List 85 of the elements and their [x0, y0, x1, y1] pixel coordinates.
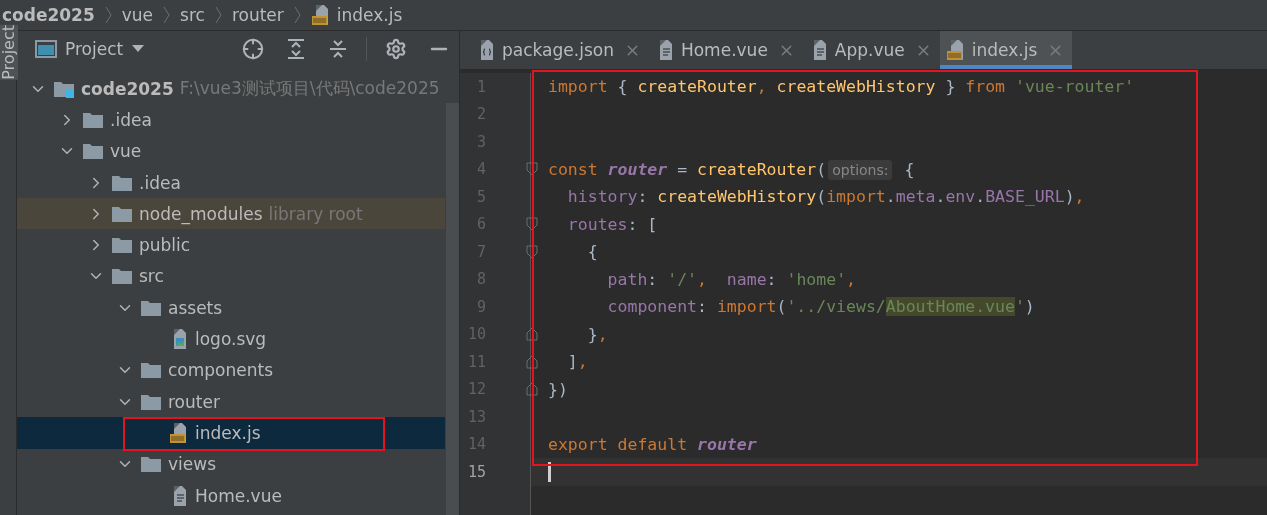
fold-marker-icon[interactable] — [526, 162, 538, 177]
code-line: component: import('../views/AboutHome.vue') — [606, 297, 1035, 317]
tree-item[interactable]: src — [17, 260, 445, 293]
code-line: import { createRouter, createWebHistory } from 'vue-router' — [548, 77, 1135, 97]
js-file-icon — [945, 39, 966, 61]
tree-item[interactable]: Home.vue — [17, 479, 445, 512]
fold-end-icon[interactable] — [526, 382, 538, 397]
tree-item[interactable]: components — [17, 354, 445, 386]
folder-icon — [82, 142, 104, 161]
line-number: 15 — [466, 462, 486, 481]
fold-marker-icon[interactable] — [526, 244, 538, 259]
tree-item-label: Home.vue — [195, 485, 282, 506]
separator-icon — [293, 6, 301, 24]
tree-item-label: index.js — [195, 422, 261, 443]
breadcrumb-item[interactable]: index.js — [310, 4, 403, 26]
code-line: path: '/', name: 'home', — [606, 269, 856, 289]
code-line: { — [586, 242, 598, 262]
tree-item-label: public — [139, 235, 191, 256]
library-hint: library root — [268, 203, 363, 224]
folder-icon — [140, 392, 162, 411]
tree-item-label: .idea — [110, 109, 152, 130]
tree-item[interactable]: .idea — [17, 104, 445, 136]
code-line: export default router — [548, 434, 757, 454]
tree-item-label: .idea — [139, 172, 181, 193]
dropdown-caret-icon[interactable] — [131, 44, 146, 54]
expand-all-icon[interactable] — [286, 38, 306, 60]
collapse-all-icon[interactable] — [328, 38, 348, 60]
separator-icon — [214, 6, 222, 24]
breadcrumb-item[interactable]: vue — [121, 5, 154, 25]
tree-item-label: code2025 — [81, 78, 174, 99]
separator-icon — [163, 6, 171, 24]
tree-item-label: router — [168, 391, 220, 412]
folder-icon — [140, 455, 162, 474]
tree-item-label: vue — [110, 141, 142, 162]
breadcrumb-item[interactable]: router — [231, 5, 284, 25]
code-line: }) — [548, 379, 568, 399]
code-line: history: createWebHistory(import.meta.env.BASE_URL), — [566, 187, 1085, 207]
editor-tab[interactable]: Home.vue — [648, 31, 803, 69]
js-file-icon — [310, 4, 331, 26]
code-line: }, — [586, 324, 608, 344]
path-hint: F:\vue3测试项目\代码\code2025 — [179, 77, 440, 101]
settings-icon[interactable] — [385, 38, 407, 60]
panel-title[interactable]: Project — [65, 39, 124, 59]
scrollbar[interactable] — [446, 103, 459, 515]
code-line: const router = createRouter( options: { — [548, 159, 915, 179]
locate-icon[interactable] — [242, 38, 264, 60]
folder-icon — [111, 173, 133, 192]
tool-window-tab[interactable]: Project — [0, 25, 18, 80]
tree-item[interactable]: index.js — [17, 417, 445, 449]
fold-marker-icon[interactable] — [526, 217, 538, 232]
folder-icon — [111, 236, 133, 255]
folder-icon — [140, 361, 162, 380]
code-line: routes: [ — [566, 214, 658, 234]
folder-icon — [111, 204, 133, 223]
folder-icon — [140, 298, 162, 317]
separator-icon — [104, 6, 112, 24]
text-cursor — [548, 461, 551, 482]
editor-tab[interactable]: index.js — [939, 31, 1073, 69]
tree-item-label: node_modules — [139, 203, 263, 224]
fold-end-icon[interactable] — [526, 327, 538, 342]
breadcrumb-item[interactable]: code2025 — [2, 5, 95, 25]
tree-item[interactable]: public — [17, 229, 445, 261]
folder-icon — [82, 110, 104, 129]
module-folder-icon — [53, 79, 75, 98]
tree-item-label: src — [139, 266, 164, 287]
tree-item[interactable]: assets — [17, 292, 445, 324]
tree-item[interactable]: code2025 F:\vue3测试项目\代码\code2025 — [17, 73, 445, 105]
editor-tab[interactable]: package.json — [470, 31, 649, 69]
code-line: ], — [566, 352, 588, 372]
tree-item[interactable]: views — [17, 448, 445, 480]
tree-item-label: assets — [168, 297, 223, 318]
tree-item[interactable]: node_modules library root — [17, 198, 445, 230]
tree-item-label: views — [168, 454, 216, 475]
tree-item[interactable]: vue — [17, 135, 445, 167]
js-file-icon — [169, 421, 189, 444]
editor-tab[interactable]: App.vue — [802, 31, 940, 69]
breadcrumb-item[interactable]: src — [180, 5, 205, 25]
panel-icon — [35, 40, 57, 58]
tree-item-label: logo.svg — [195, 329, 267, 349]
fold-end-icon[interactable] — [526, 354, 538, 369]
tree-item[interactable]: logo.svg — [17, 323, 445, 355]
tree-item[interactable]: router — [17, 385, 445, 418]
tree-item[interactable]: .idea — [17, 166, 445, 199]
tree-item-label: components — [168, 360, 274, 381]
folder-icon — [111, 267, 133, 286]
